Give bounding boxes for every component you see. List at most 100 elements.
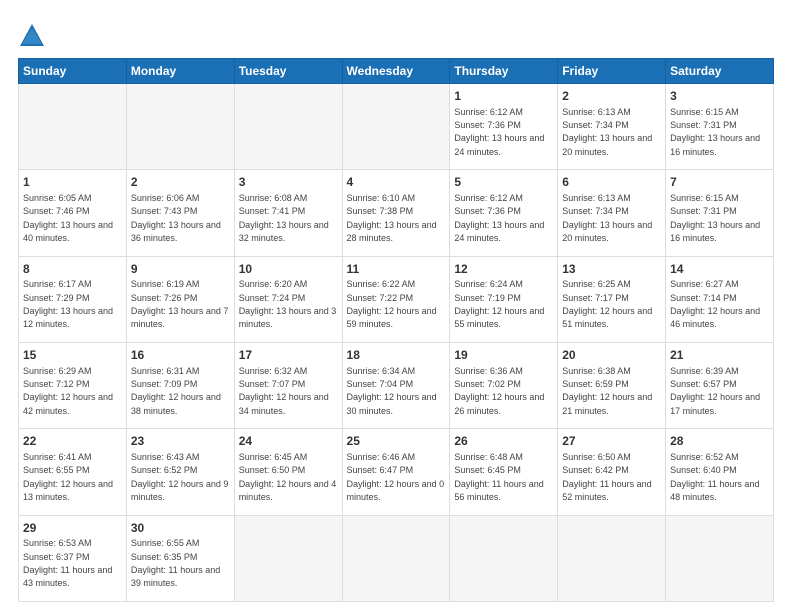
day-number: 30 — [131, 520, 230, 537]
day-info: Sunrise: 6:22 AMSunset: 7:22 PMDaylight:… — [347, 279, 437, 329]
calendar-cell: 8Sunrise: 6:17 AMSunset: 7:29 PMDaylight… — [19, 256, 127, 342]
calendar-cell: 22Sunrise: 6:41 AMSunset: 6:55 PMDayligh… — [19, 429, 127, 515]
calendar-cell: 20 Sunrise: 6:38 AMSunset: 6:59 PMDayligh… — [558, 342, 666, 428]
logo — [18, 22, 50, 50]
calendar-header-thursday: Thursday — [450, 59, 558, 84]
calendar-cell: 2 Sunrise: 6:06 AMSunset: 7:43 PMDaylight… — [126, 170, 234, 256]
calendar-cell: 15 Sunrise: 6:29 AMSunset: 7:12 PMDayligh… — [19, 342, 127, 428]
day-info: Sunrise: 6:10 AMSunset: 7:38 PMDaylight:… — [347, 193, 437, 243]
day-info: Sunrise: 6:53 AMSunset: 6:37 PMDaylight:… — [23, 538, 112, 588]
day-number: 5 — [454, 174, 553, 191]
day-info: Sunrise: 6:15 AMSunset: 7:31 PMDaylight:… — [670, 193, 760, 243]
calendar-cell: 10Sunrise: 6:20 AMSunset: 7:24 PMDayligh… — [234, 256, 342, 342]
calendar-cell: 18 Sunrise: 6:34 AMSunset: 7:04 PMDayligh… — [342, 342, 450, 428]
day-number: 28 — [670, 433, 769, 450]
calendar-cell: 7 Sunrise: 6:15 AMSunset: 7:31 PMDaylight… — [666, 170, 774, 256]
day-info: Sunrise: 6:15 AMSunset: 7:31 PMDaylight:… — [670, 107, 760, 157]
day-info: Sunrise: 6:27 AMSunset: 7:14 PMDaylight:… — [670, 279, 760, 329]
calendar-cell: 2 Sunrise: 6:13 AMSunset: 7:34 PMDaylight… — [558, 84, 666, 170]
day-number: 3 — [239, 174, 338, 191]
calendar-cell: 19 Sunrise: 6:36 AMSunset: 7:02 PMDayligh… — [450, 342, 558, 428]
day-number: 11 — [347, 261, 446, 278]
day-info: Sunrise: 6:41 AMSunset: 6:55 PMDaylight:… — [23, 452, 113, 502]
day-info: Sunrise: 6:06 AMSunset: 7:43 PMDaylight:… — [131, 193, 221, 243]
calendar-week-5: 22Sunrise: 6:41 AMSunset: 6:55 PMDayligh… — [19, 429, 774, 515]
day-number: 9 — [131, 261, 230, 278]
calendar-cell — [126, 84, 234, 170]
calendar-cell — [342, 84, 450, 170]
day-number: 14 — [670, 261, 769, 278]
header — [18, 18, 774, 50]
day-info: Sunrise: 6:38 AMSunset: 6:59 PMDaylight:… — [562, 366, 652, 416]
calendar-week-2: 1Sunrise: 6:05 AMSunset: 7:46 PMDaylight… — [19, 170, 774, 256]
calendar-cell: 6 Sunrise: 6:13 AMSunset: 7:34 PMDaylight… — [558, 170, 666, 256]
calendar-cell — [342, 515, 450, 601]
calendar-cell: 3 Sunrise: 6:15 AMSunset: 7:31 PMDaylight… — [666, 84, 774, 170]
logo-icon — [18, 22, 46, 50]
day-info: Sunrise: 6:12 AMSunset: 7:36 PMDaylight:… — [454, 107, 544, 157]
calendar-cell: 14Sunrise: 6:27 AMSunset: 7:14 PMDayligh… — [666, 256, 774, 342]
calendar-cell: 3 Sunrise: 6:08 AMSunset: 7:41 PMDaylight… — [234, 170, 342, 256]
calendar-cell: 1Sunrise: 6:05 AMSunset: 7:46 PMDaylight… — [19, 170, 127, 256]
day-info: Sunrise: 6:25 AMSunset: 7:17 PMDaylight:… — [562, 279, 652, 329]
day-info: Sunrise: 6:29 AMSunset: 7:12 PMDaylight:… — [23, 366, 113, 416]
day-info: Sunrise: 6:13 AMSunset: 7:34 PMDaylight:… — [562, 193, 652, 243]
calendar-cell: 25Sunrise: 6:46 AMSunset: 6:47 PMDayligh… — [342, 429, 450, 515]
day-number: 1 — [454, 88, 553, 105]
day-info: Sunrise: 6:08 AMSunset: 7:41 PMDaylight:… — [239, 193, 329, 243]
calendar-cell: 17Sunrise: 6:32 AMSunset: 7:07 PMDayligh… — [234, 342, 342, 428]
day-info: Sunrise: 6:55 AMSunset: 6:35 PMDaylight:… — [131, 538, 220, 588]
calendar-header-wednesday: Wednesday — [342, 59, 450, 84]
calendar-week-3: 8Sunrise: 6:17 AMSunset: 7:29 PMDaylight… — [19, 256, 774, 342]
calendar-cell — [234, 515, 342, 601]
day-number: 20 — [562, 347, 661, 364]
calendar-cell: 30Sunrise: 6:55 AMSunset: 6:35 PMDayligh… — [126, 515, 234, 601]
calendar-cell: 21 Sunrise: 6:39 AMSunset: 6:57 PMDayligh… — [666, 342, 774, 428]
day-info: Sunrise: 6:31 AMSunset: 7:09 PMDaylight:… — [131, 366, 221, 416]
day-number: 4 — [347, 174, 446, 191]
day-number: 2 — [562, 88, 661, 105]
day-info: Sunrise: 6:48 AMSunset: 6:45 PMDaylight:… — [454, 452, 543, 502]
calendar-cell — [558, 515, 666, 601]
day-info: Sunrise: 6:24 AMSunset: 7:19 PMDaylight:… — [454, 279, 544, 329]
day-number: 18 — [347, 347, 446, 364]
calendar-cell: 13Sunrise: 6:25 AMSunset: 7:17 PMDayligh… — [558, 256, 666, 342]
day-info: Sunrise: 6:34 AMSunset: 7:04 PMDaylight:… — [347, 366, 437, 416]
day-number: 7 — [670, 174, 769, 191]
day-number: 2 — [131, 174, 230, 191]
day-info: Sunrise: 6:20 AMSunset: 7:24 PMDaylight:… — [239, 279, 337, 329]
calendar-cell: 1 Sunrise: 6:12 AMSunset: 7:36 PMDaylight… — [450, 84, 558, 170]
calendar-cell: 23 Sunrise: 6:43 AMSunset: 6:52 PMDayligh… — [126, 429, 234, 515]
day-info: Sunrise: 6:39 AMSunset: 6:57 PMDaylight:… — [670, 366, 760, 416]
day-number: 6 — [562, 174, 661, 191]
calendar-cell — [450, 515, 558, 601]
day-number: 24 — [239, 433, 338, 450]
calendar-cell — [666, 515, 774, 601]
day-info: Sunrise: 6:36 AMSunset: 7:02 PMDaylight:… — [454, 366, 544, 416]
calendar-header-saturday: Saturday — [666, 59, 774, 84]
calendar-cell — [234, 84, 342, 170]
day-number: 13 — [562, 261, 661, 278]
calendar-header-row: SundayMondayTuesdayWednesdayThursdayFrid… — [19, 59, 774, 84]
day-info: Sunrise: 6:13 AMSunset: 7:34 PMDaylight:… — [562, 107, 652, 157]
calendar-cell: 11Sunrise: 6:22 AMSunset: 7:22 PMDayligh… — [342, 256, 450, 342]
day-number: 3 — [670, 88, 769, 105]
day-number: 27 — [562, 433, 661, 450]
day-info: Sunrise: 6:52 AMSunset: 6:40 PMDaylight:… — [670, 452, 759, 502]
calendar-cell: 27Sunrise: 6:50 AMSunset: 6:42 PMDayligh… — [558, 429, 666, 515]
calendar-cell: 4 Sunrise: 6:10 AMSunset: 7:38 PMDaylight… — [342, 170, 450, 256]
day-number: 21 — [670, 347, 769, 364]
calendar-table: SundayMondayTuesdayWednesdayThursdayFrid… — [18, 58, 774, 602]
day-info: Sunrise: 6:43 AMSunset: 6:52 PMDaylight:… — [131, 452, 229, 502]
day-info: Sunrise: 6:12 AMSunset: 7:36 PMDaylight:… — [454, 193, 544, 243]
day-number: 29 — [23, 520, 122, 537]
day-number: 23 — [131, 433, 230, 450]
day-number: 1 — [23, 174, 122, 191]
calendar-cell: 9Sunrise: 6:19 AMSunset: 7:26 PMDaylight… — [126, 256, 234, 342]
day-number: 15 — [23, 347, 122, 364]
day-number: 19 — [454, 347, 553, 364]
calendar-week-6: 29Sunrise: 6:53 AMSunset: 6:37 PMDayligh… — [19, 515, 774, 601]
day-number: 26 — [454, 433, 553, 450]
day-info: Sunrise: 6:45 AMSunset: 6:50 PMDaylight:… — [239, 452, 337, 502]
day-number: 16 — [131, 347, 230, 364]
